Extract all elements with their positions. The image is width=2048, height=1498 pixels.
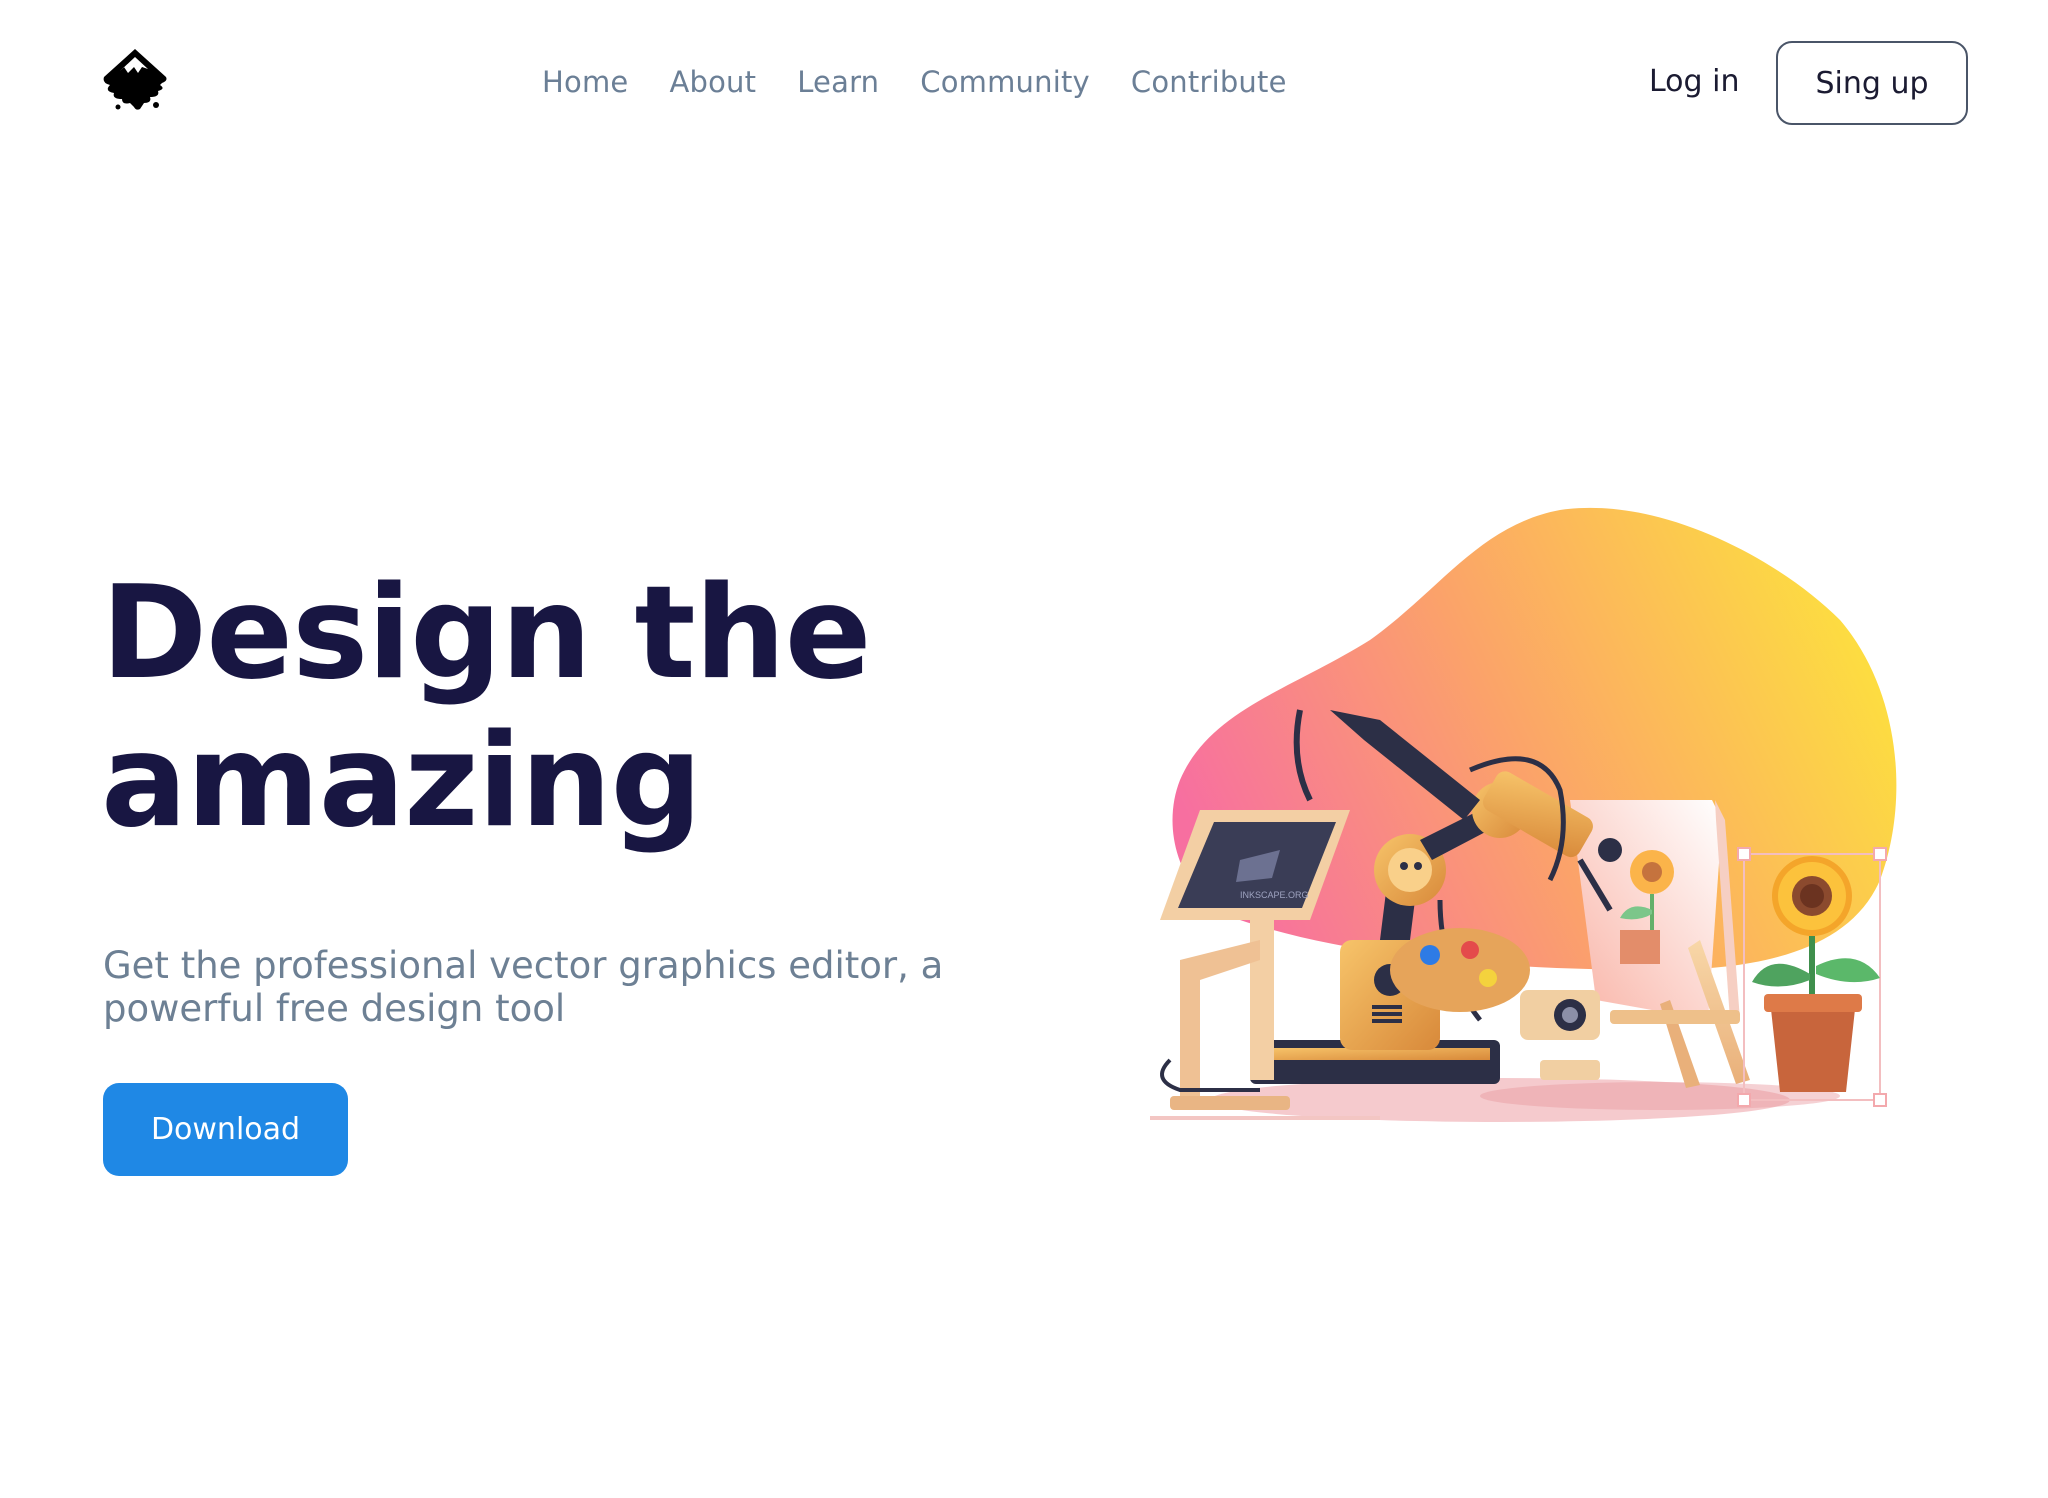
inkscape-logo-icon[interactable]	[100, 45, 170, 115]
nav-community-link[interactable]: Community	[920, 62, 1090, 102]
nav-contribute-link[interactable]: Contribute	[1131, 62, 1287, 102]
hero-title: Design the amazing	[101, 560, 1001, 856]
login-link[interactable]: Log in	[1649, 62, 1739, 102]
hero-title-line-2: amazing	[101, 707, 702, 856]
hero-title-line-1: Design the	[101, 559, 872, 708]
monitor-text: INKSCAPE.ORG	[1240, 890, 1309, 900]
robot-painting-illustration: INKSCAPE.ORG	[1140, 500, 1940, 1160]
nav-learn-link[interactable]: Learn	[797, 62, 879, 102]
main-nav: Home About Learn Community Contribute	[542, 62, 1287, 102]
nav-home-link[interactable]: Home	[542, 62, 628, 102]
download-button[interactable]: Download	[103, 1083, 348, 1176]
nav-about-link[interactable]: About	[669, 62, 756, 102]
hero-subtitle: Get the professional vector graphics edi…	[103, 944, 944, 1030]
signup-button[interactable]: Sing up	[1776, 41, 1968, 125]
